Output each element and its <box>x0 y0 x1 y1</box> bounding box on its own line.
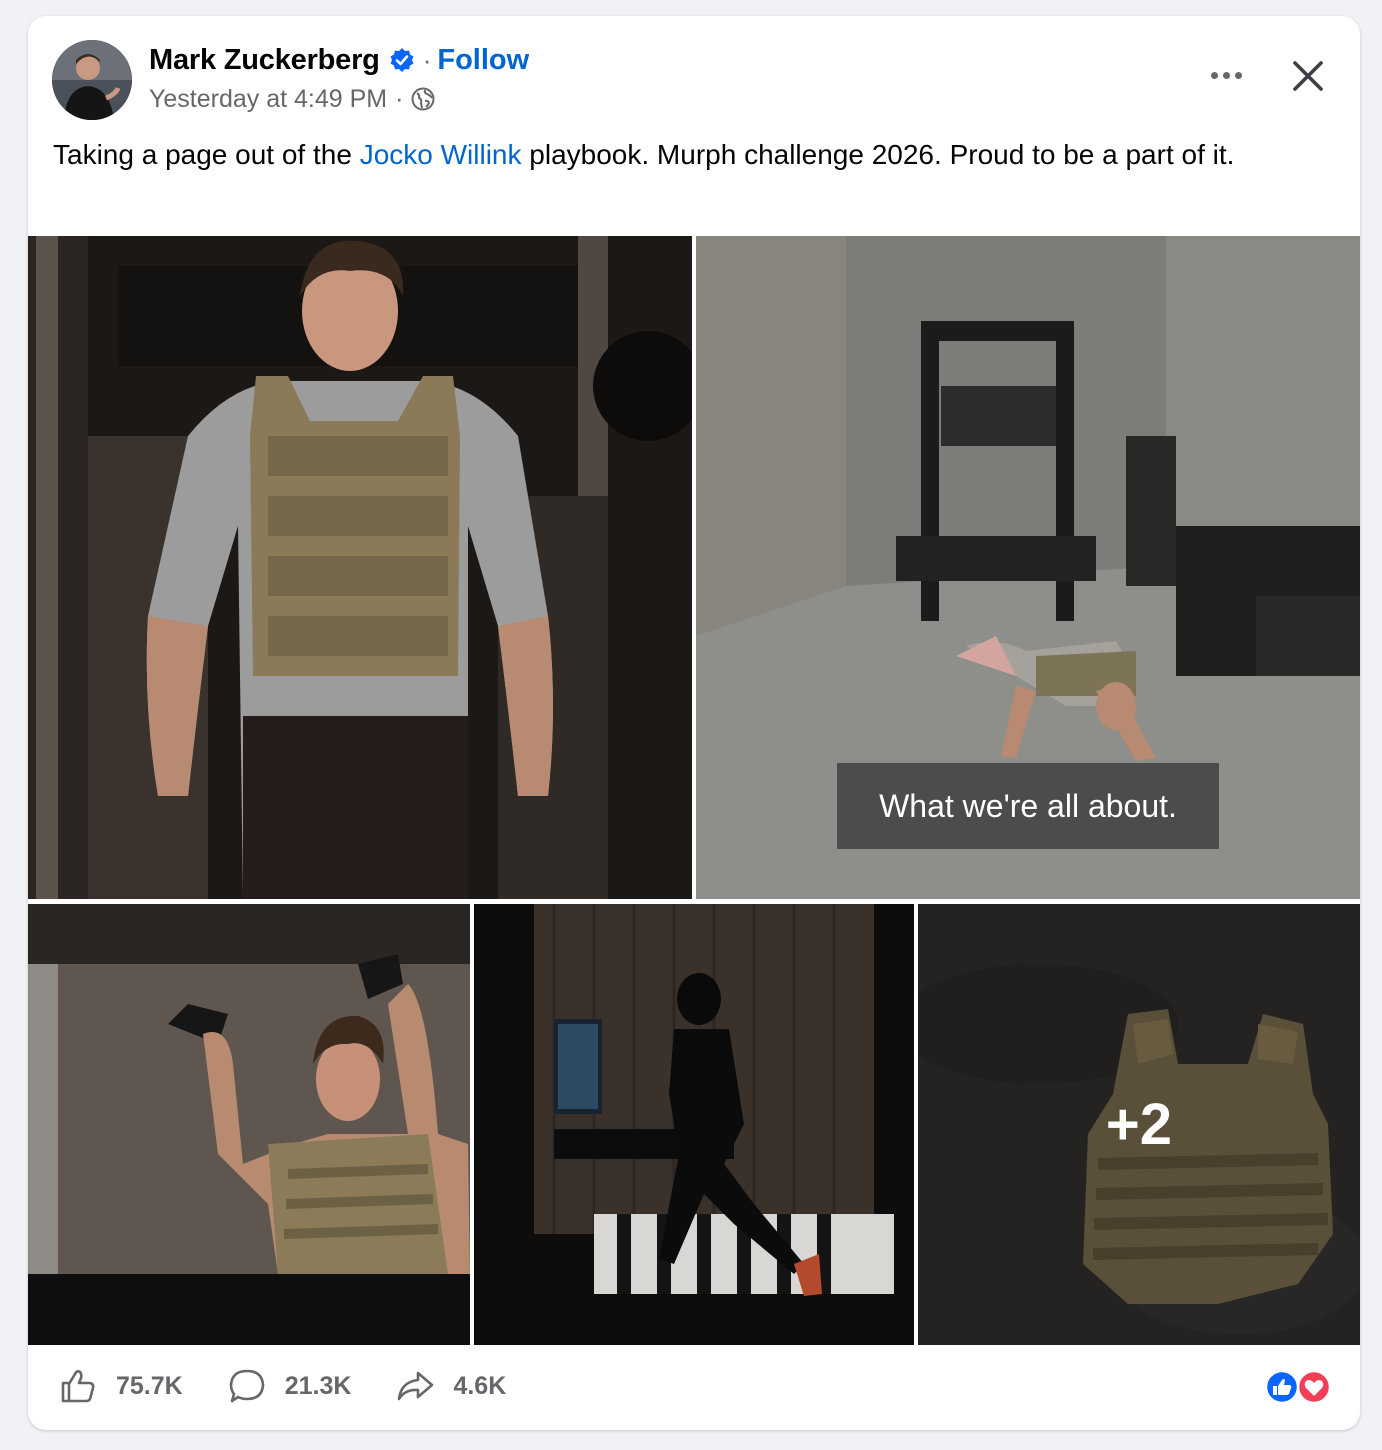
more-icon <box>1210 71 1218 79</box>
close-button[interactable] <box>1288 56 1328 96</box>
post-actions: 75.7K 21.3K 4.6K <box>58 1366 550 1406</box>
photo-vest-floor-more[interactable]: +2 <box>918 904 1360 1345</box>
photo-standing-vest[interactable] <box>28 236 692 899</box>
like-button[interactable]: 75.7K <box>58 1366 183 1406</box>
comment-icon <box>229 1369 265 1403</box>
more-icon <box>1234 71 1242 79</box>
more-icon <box>1222 71 1230 79</box>
post-meta: Yesterday at 4:49 PM · <box>149 84 435 114</box>
post-timestamp[interactable]: Yesterday at 4:49 PM <box>149 85 387 114</box>
author-name[interactable]: Mark Zuckerberg <box>149 44 380 77</box>
meta-separator: · <box>395 84 404 113</box>
post-text-end: playbook. Murph challenge 2026. Proud to… <box>521 139 1235 170</box>
share-icon <box>398 1371 434 1401</box>
love-reaction-icon <box>1296 1369 1332 1405</box>
author-avatar[interactable] <box>52 40 132 120</box>
like-icon <box>61 1370 95 1403</box>
share-count: 4.6K <box>453 1371 507 1400</box>
verified-badge-icon <box>389 47 415 73</box>
like-count: 75.7K <box>116 1371 183 1400</box>
comment-button[interactable]: 21.3K <box>227 1366 352 1406</box>
comment-count: 21.3K <box>284 1371 352 1400</box>
post-card: Mark Zuckerberg · Follow Yesterday at 4:… <box>28 16 1360 1430</box>
video-caption: What we're all about. <box>837 763 1219 849</box>
like-reaction-icon <box>1264 1369 1300 1405</box>
author-row: Mark Zuckerberg · Follow <box>149 42 529 78</box>
video-pushup[interactable]: What we're all about. <box>696 236 1360 899</box>
post-text: Taking a page out of the Jocko Willink p… <box>53 136 1338 174</box>
follow-button[interactable]: Follow <box>437 44 529 77</box>
more-options-button[interactable] <box>1206 60 1246 90</box>
separator-dot: · <box>422 44 432 75</box>
photo-treadmill[interactable] <box>474 904 914 1345</box>
mention-link[interactable]: Jocko Willink <box>360 139 522 170</box>
reactions-summary[interactable] <box>1262 1369 1332 1405</box>
share-button[interactable]: 4.6K <box>395 1366 506 1406</box>
close-icon <box>1293 61 1323 91</box>
globe-icon[interactable] <box>411 87 435 111</box>
post-text-start: Taking a page out of the <box>53 139 360 170</box>
photo-cable-pull[interactable] <box>28 904 470 1345</box>
more-photos-count: +2 <box>1105 1092 1173 1157</box>
